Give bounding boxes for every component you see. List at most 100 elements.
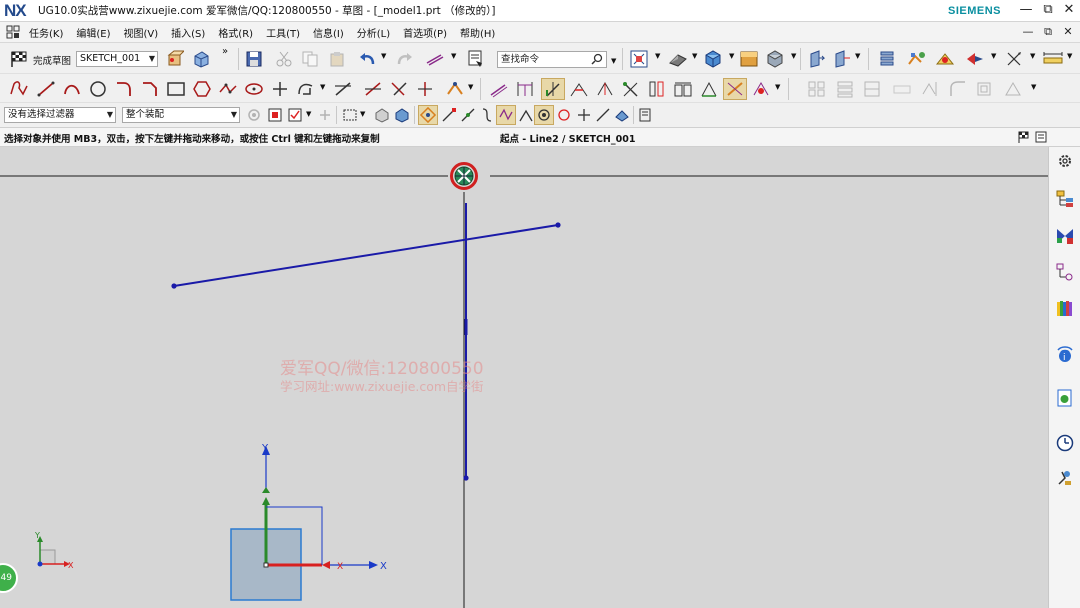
part-navigator-icon[interactable] bbox=[1054, 188, 1076, 210]
relations-browser-icon[interactable] bbox=[594, 79, 616, 99]
rectangle-select-icon[interactable] bbox=[341, 106, 359, 124]
chevron-down-icon[interactable]: ▼ bbox=[791, 52, 796, 60]
select-body-icon[interactable] bbox=[832, 49, 852, 69]
more-icon[interactable]: » bbox=[222, 46, 228, 57]
history-palette-icon[interactable] bbox=[1054, 387, 1076, 409]
snap-point-settings-icon[interactable] bbox=[266, 106, 284, 124]
edit-object-display-icon[interactable] bbox=[906, 49, 928, 69]
constraint-navigator-icon[interactable] bbox=[1054, 261, 1076, 283]
type-filter-dropdown[interactable]: 没有选择过滤器 ▼ bbox=[4, 107, 116, 123]
finish-sketch-flag-icon[interactable] bbox=[8, 49, 30, 69]
sketch-constraint-icon[interactable] bbox=[444, 79, 466, 99]
line-end-point[interactable] bbox=[463, 475, 469, 481]
line-end-point[interactable] bbox=[555, 222, 561, 228]
chevron-down-icon[interactable]: ▼ bbox=[1067, 52, 1072, 60]
menu-help[interactable]: 帮助(H) bbox=[453, 25, 501, 40]
deselect-all-icon[interactable] bbox=[316, 106, 334, 124]
selection-scope-dropdown[interactable]: 整个装配 ▼ bbox=[122, 107, 240, 123]
select-all-icon[interactable] bbox=[286, 106, 304, 124]
command-finder-icon[interactable] bbox=[466, 49, 486, 69]
mirror-curve-icon[interactable] bbox=[920, 79, 942, 99]
control-point-snap-icon[interactable] bbox=[478, 106, 496, 124]
chevron-down-icon[interactable]: ▼ bbox=[468, 83, 473, 91]
undo-icon[interactable] bbox=[358, 49, 378, 69]
show-sketch-constraints-icon[interactable] bbox=[541, 78, 565, 100]
status-flag-icon[interactable] bbox=[1016, 130, 1030, 144]
arc-icon[interactable] bbox=[61, 79, 83, 99]
make-corner-icon[interactable] bbox=[388, 79, 410, 99]
system-materials-icon[interactable] bbox=[1054, 467, 1076, 489]
doc-restore-button[interactable]: ⧉ bbox=[1038, 25, 1058, 39]
ellipse-icon[interactable] bbox=[243, 79, 265, 99]
chevron-down-icon[interactable]: ▼ bbox=[1031, 83, 1036, 91]
studio-spline-icon[interactable] bbox=[217, 79, 239, 99]
intersection-curve-icon[interactable] bbox=[891, 79, 913, 99]
animate-dimension-icon[interactable] bbox=[672, 79, 694, 99]
menu-insert[interactable]: 插入(S) bbox=[164, 25, 211, 40]
point-on-curve-snap-icon[interactable] bbox=[575, 106, 593, 124]
circle-icon[interactable] bbox=[87, 79, 109, 99]
menu-analysis[interactable]: 分析(L) bbox=[350, 25, 396, 40]
add-existing-curves-icon[interactable] bbox=[834, 79, 856, 99]
restore-button[interactable]: ⧉ bbox=[1038, 2, 1058, 17]
menu-preferences[interactable]: 首选项(P) bbox=[396, 25, 453, 40]
show-hide-icon[interactable] bbox=[934, 49, 956, 69]
sketch-line-slanted[interactable] bbox=[173, 224, 559, 287]
offset-edge-icon[interactable] bbox=[974, 79, 996, 99]
alternate-solution-icon[interactable] bbox=[646, 79, 668, 99]
close-button[interactable]: ✕ bbox=[1059, 2, 1079, 17]
paste-icon[interactable] bbox=[327, 49, 347, 69]
search-icon[interactable] bbox=[591, 53, 603, 65]
menu-info[interactable]: 信息(I) bbox=[306, 25, 350, 40]
auto-constrain-icon[interactable] bbox=[568, 79, 590, 99]
line-end-point[interactable] bbox=[171, 283, 177, 289]
constraint-display-icon[interactable] bbox=[424, 49, 446, 69]
mid-point-snap-icon[interactable] bbox=[459, 106, 477, 124]
chevron-down-icon[interactable]: ▼ bbox=[306, 110, 311, 118]
fit-view-icon[interactable] bbox=[628, 49, 650, 69]
inferred-constraints-icon[interactable] bbox=[698, 79, 720, 99]
chevron-down-icon[interactable]: ▼ bbox=[775, 83, 780, 91]
datum-coordinate-system[interactable] bbox=[230, 446, 378, 601]
select-face-icon[interactable] bbox=[806, 49, 826, 69]
existing-point-snap-icon[interactable] bbox=[534, 105, 554, 125]
chamfer-icon[interactable] bbox=[139, 79, 161, 99]
point-icon[interactable] bbox=[269, 79, 291, 99]
orient-to-sketch-icon[interactable] bbox=[165, 49, 185, 69]
reattach-sketch-icon[interactable] bbox=[191, 49, 211, 69]
menu-task[interactable]: 任务(K) bbox=[22, 25, 69, 40]
quadrant-point-snap-icon[interactable] bbox=[555, 106, 573, 124]
move-object-icon[interactable] bbox=[964, 49, 986, 69]
geometric-constraints-icon[interactable] bbox=[514, 79, 536, 99]
doc-close-button[interactable]: ✕ bbox=[1058, 25, 1078, 38]
cut-icon[interactable] bbox=[274, 49, 294, 69]
chevron-down-icon[interactable]: ▼ bbox=[991, 52, 996, 60]
chevron-down-icon[interactable]: ▼ bbox=[1030, 52, 1035, 60]
menu-edit[interactable]: 编辑(E) bbox=[69, 25, 116, 40]
point-on-face-snap-icon[interactable] bbox=[594, 106, 612, 124]
app-menu-icon[interactable] bbox=[4, 23, 22, 41]
save-icon[interactable] bbox=[244, 49, 264, 69]
menu-format[interactable]: 格式(R) bbox=[211, 25, 259, 40]
profile-icon[interactable] bbox=[8, 79, 30, 99]
selection-priority-icon[interactable] bbox=[636, 106, 654, 124]
status-window-icon[interactable] bbox=[1034, 130, 1048, 144]
polygon-icon[interactable] bbox=[191, 79, 213, 99]
doc-minimize-button[interactable]: — bbox=[1018, 25, 1038, 38]
wcs-icon[interactable] bbox=[1003, 49, 1025, 69]
gear-icon[interactable] bbox=[1055, 151, 1075, 171]
render-style-icon[interactable] bbox=[667, 49, 689, 69]
rectangle-icon[interactable] bbox=[165, 79, 187, 99]
continuous-auto-dimension-icon[interactable] bbox=[750, 79, 772, 99]
quick-extend-icon[interactable] bbox=[362, 79, 384, 99]
select-component-icon[interactable] bbox=[393, 106, 411, 124]
bounded-grid-point-snap-icon[interactable] bbox=[613, 106, 631, 124]
edit-section-icon[interactable] bbox=[764, 49, 786, 69]
intersection-snap-icon[interactable] bbox=[496, 105, 516, 125]
chevron-down-icon[interactable]: ▼ bbox=[320, 83, 325, 91]
chevron-down-icon[interactable]: ▼ bbox=[655, 52, 660, 60]
snap-enable-icon[interactable] bbox=[418, 105, 438, 125]
assembly-navigator-icon[interactable] bbox=[1054, 225, 1076, 247]
project-curve-icon[interactable] bbox=[861, 79, 883, 99]
fillet-icon[interactable] bbox=[113, 79, 135, 99]
